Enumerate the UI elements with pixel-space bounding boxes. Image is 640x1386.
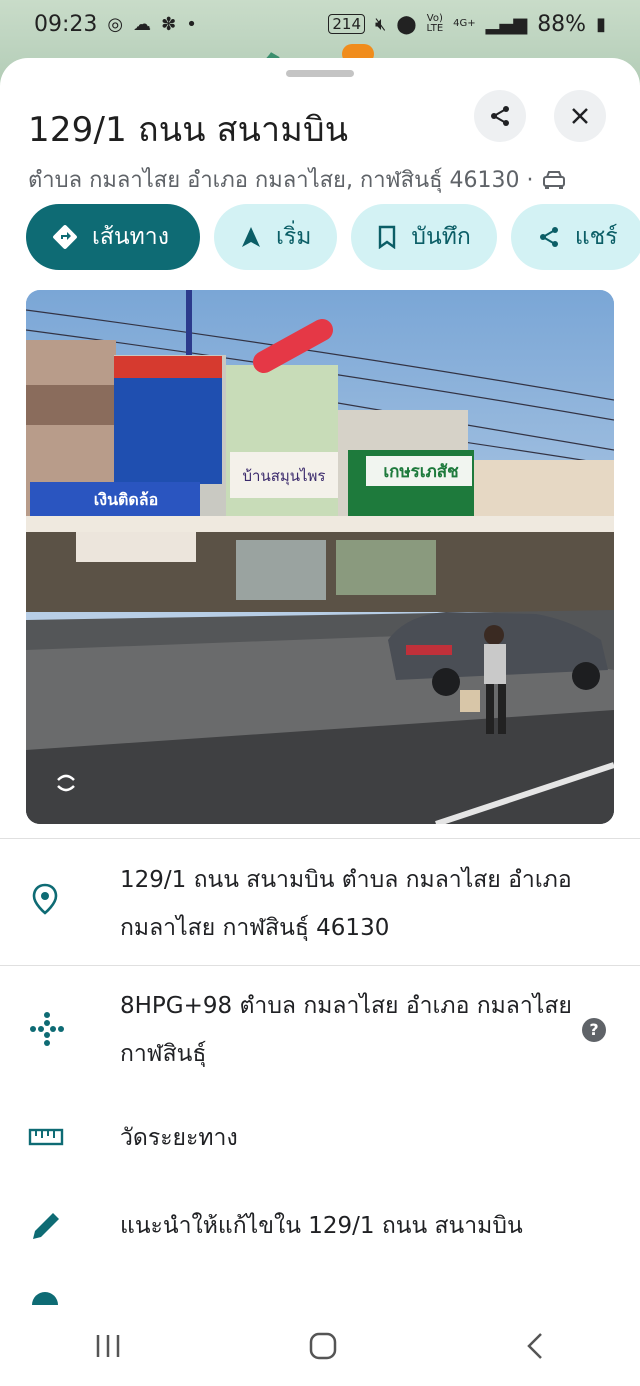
suggest-edit-row[interactable]: แนะนำให้แก้ไขใน 129/1 ถนน สนามบิน <box>0 1192 640 1262</box>
battery-icon: ▮ <box>596 13 606 35</box>
save-label: บันทึก <box>411 224 471 250</box>
address-text: 129/1 ถนน สนามบิน ตำบล กมลาไสย อำเภอ กมล… <box>120 867 572 941</box>
location-sharing-icon: ◎ <box>107 13 124 35</box>
start-button[interactable]: เริ่ม <box>214 204 338 270</box>
place-subtitle: ตำบล กมลาไสย อำเภอ กมลาไสย, กาฬสินธุ์ 46… <box>28 162 566 197</box>
close-icon <box>572 108 588 124</box>
suggest-edit-text: แนะนำให้แก้ไขใน 129/1 ถนน สนามบิน <box>120 1213 523 1239</box>
help-icon[interactable]: ? <box>582 1018 606 1042</box>
plus-code-row[interactable]: 8HPG+98 ตำบล กมลาไสย อำเภอ กมลาไสย กาฬสิ… <box>0 980 640 1090</box>
system-nav-bar <box>0 1306 640 1386</box>
recent-apps-button[interactable] <box>93 1332 123 1360</box>
battery-percent: 88% <box>537 11 587 37</box>
notification-box: 214 <box>328 14 366 34</box>
share-button[interactable] <box>474 90 526 142</box>
divider <box>0 838 640 839</box>
location-pin-icon <box>32 883 58 915</box>
street-view-photo[interactable]: บ้านสมุนไพร เกษรเภสัช เงินติดล้อ <box>26 290 614 824</box>
home-button[interactable] <box>308 1331 338 1361</box>
bookmark-icon <box>377 225 397 249</box>
plus-code-text: 8HPG+98 ตำบล กมลาไสย อำเภอ กมลาไสย กาฬสิ… <box>120 993 572 1067</box>
directions-button[interactable]: เส้นทาง <box>26 204 200 270</box>
signal-icon: ▂▄▆ <box>485 13 528 35</box>
start-label: เริ่ม <box>276 224 312 250</box>
car-icon <box>542 170 565 189</box>
divider <box>0 965 640 966</box>
share-label: แชร์ <box>574 224 618 250</box>
place-locality: ตำบล กมลาไสย อำเภอ กมลาไสย, กาฬสินธุ์ 46… <box>28 168 534 193</box>
ruler-icon <box>28 1128 64 1146</box>
network-type: 4G+ <box>453 18 476 29</box>
pharmacy-sign-text: เกษรเภสัช <box>383 462 459 482</box>
location-icon: ⬤ <box>396 13 417 35</box>
pencil-icon <box>33 1213 59 1239</box>
back-button[interactable] <box>523 1331 547 1361</box>
volte-indicator: Vo) LTE <box>426 13 444 34</box>
partial-row-icon <box>32 1292 58 1305</box>
flower-icon: ✽ <box>161 13 177 35</box>
measure-distance-text: วัดระยะทาง <box>120 1125 238 1151</box>
address-row[interactable]: 129/1 ถนน สนามบิน ตำบล กมลาไสย อำเภอ กมล… <box>0 854 640 964</box>
status-bar: 09:23 ◎ ☁ ✽ • 214 🔇︎ ⬤ Vo) LTE 4G+ ▂▄▆ 88… <box>0 0 640 48</box>
status-time: 09:23 <box>34 11 98 37</box>
navigation-arrow-icon <box>240 225 262 249</box>
share-icon <box>491 106 509 126</box>
share-chip-button[interactable]: แชร์ <box>510 204 640 270</box>
place-title: 129/1 ถนน สนามบิน <box>28 110 349 150</box>
tire-sign-text: เงินติดล้อ <box>94 490 158 509</box>
save-button[interactable]: บันทึก <box>351 204 497 270</box>
drag-handle[interactable] <box>286 70 354 77</box>
directions-icon <box>52 224 78 250</box>
shop-sign-text: บ้านสมุนไพร <box>243 467 326 486</box>
plus-code-icon <box>30 1012 64 1046</box>
street-view-image: บ้านสมุนไพร เกษรเภสัช เงินติดล้อ <box>26 290 614 824</box>
dot-icon: • <box>186 13 197 35</box>
measure-distance-row[interactable]: วัดระยะทาง <box>0 1104 640 1174</box>
share-icon <box>537 225 561 249</box>
close-button[interactable] <box>554 90 606 142</box>
place-sheet: 129/1 ถนน สนามบิน ตำบล กมลาไสย อำเภอ กมล… <box>0 58 640 1386</box>
action-chips: เส้นทาง เริ่ม บันทึก แชร์ <box>26 204 640 270</box>
cloud-icon: ☁ <box>133 13 152 35</box>
mute-icon: 🔇︎ <box>375 13 387 35</box>
directions-label: เส้นทาง <box>92 224 169 250</box>
